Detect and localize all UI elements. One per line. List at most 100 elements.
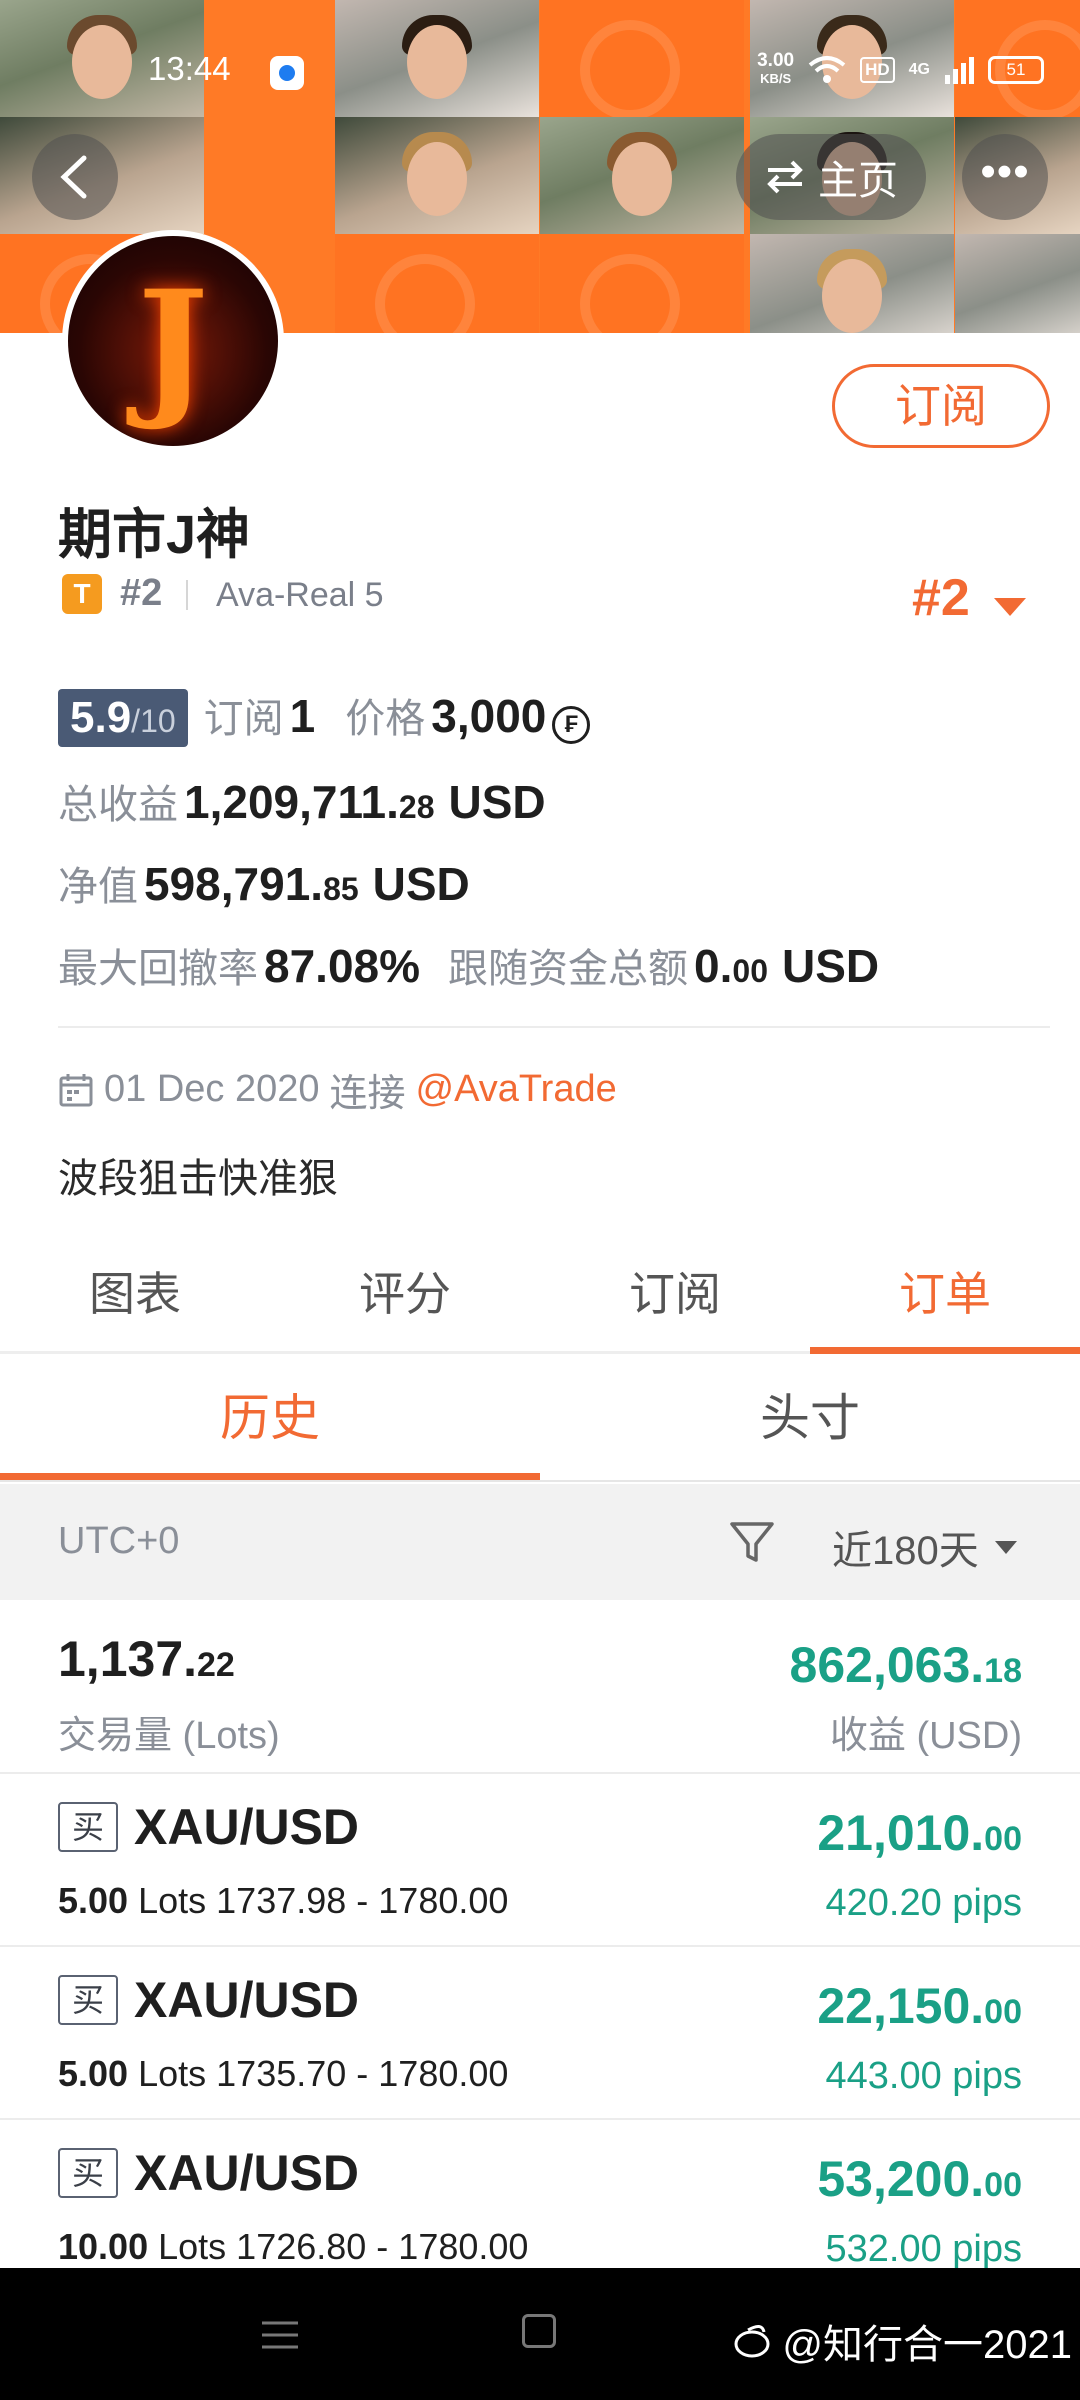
cellular-type: 4G <box>908 61 930 78</box>
equity-unit: USD <box>372 858 470 910</box>
total-profit-int: 1,209,711. <box>184 776 399 828</box>
more-button[interactable]: ••• <box>962 134 1048 220</box>
system-nav-bar: @知行合一2021 <box>0 2268 1080 2400</box>
order-symbol: XAU/USD <box>134 1972 360 2028</box>
follow-funds-unit: USD <box>781 940 880 992</box>
coin-icon: ₣ <box>552 706 591 744</box>
subscribers-label: 订阅 <box>203 697 284 741</box>
tab-orders[interactable]: 订单 <box>810 1240 1080 1354</box>
total-profit-label: 总收益 <box>58 783 178 827</box>
order-row[interactable]: 买 XAU/USD 5.00 Lots 1735.70 - 1780.00 22… <box>0 1947 1080 2120</box>
caret-down-icon <box>994 1540 1017 1554</box>
equity-dec: 85 <box>323 871 359 907</box>
order-profit-dec: 00 <box>984 1993 1022 2031</box>
order-pips: 443.00 pips <box>825 2055 1023 2097</box>
trader-type-badge: T <box>62 574 102 614</box>
order-detail: 5.00 Lots 1737.98 - 1780.00 <box>58 1880 508 1922</box>
trader-bio: 波段狙击快准狠 <box>58 1157 338 1201</box>
subscribe-button[interactable]: 订阅 <box>832 364 1050 448</box>
home-button[interactable]: 主页 <box>736 134 926 220</box>
banner-photo <box>540 117 744 234</box>
wifi-icon <box>808 56 846 83</box>
join-date: 01 Dec 2020 <box>104 1068 320 1110</box>
order-price-range: 1726.80 - 1780.00 <box>236 2226 529 2267</box>
banner-tile <box>540 234 744 333</box>
divider <box>58 1026 1050 1028</box>
volume-dec: 22 <box>197 1646 235 1684</box>
order-profit: 22,150.00 <box>817 1977 1022 2035</box>
calendar-icon <box>59 1073 93 1106</box>
order-lots-unit: Lots <box>138 2053 207 2094</box>
volume-value: 1,137.22 <box>58 1630 235 1688</box>
order-profit-dec: 00 <box>984 2166 1022 2204</box>
status-bar: 13:44 3.00 KB/S HD 4G 51 <box>0 0 1080 90</box>
price-value: 3,000 <box>431 690 547 742</box>
volume-label: 交易量 (Lots) <box>58 1715 280 1757</box>
home-nav-icon[interactable] <box>522 2314 556 2348</box>
banner-tile <box>335 234 539 333</box>
max-drawdown-label: 最大回撤率 <box>58 947 258 991</box>
divider <box>186 580 188 610</box>
order-lots: 10.00 <box>58 2226 149 2267</box>
subtab-history[interactable]: 历史 <box>0 1354 540 1480</box>
order-profit-int: 21,010. <box>817 1805 985 1861</box>
caret-down-icon[interactable] <box>994 598 1026 616</box>
broker-link[interactable]: @AvaTrade <box>416 1068 617 1111</box>
timezone-label: UTC+0 <box>58 1520 180 1562</box>
equity-int: 598,791. <box>144 858 324 910</box>
weibo-logo-icon <box>734 2325 770 2358</box>
score-badge: 5.9/10 <box>58 689 188 747</box>
filter-icon[interactable] <box>728 1518 776 1566</box>
join-connector: 连接 <box>329 1073 406 1115</box>
total-profit-row: 总收益 1,209,711. 28 USD <box>58 772 546 830</box>
back-button[interactable] <box>32 134 118 220</box>
banner-photo <box>335 117 539 234</box>
order-profit-dec: 00 <box>984 1820 1022 1858</box>
summary-profit-value: 862,063.18 <box>790 1636 1022 1694</box>
trading-account: Ava-Real 5 <box>216 576 384 614</box>
order-pips: 532.00 pips <box>825 2228 1023 2270</box>
order-lots: 5.00 <box>58 1880 129 1921</box>
network-speed-value: 3.00 <box>757 50 795 71</box>
score-row: 5.9/10 订阅 1 价格 3,000 ₣ <box>58 686 591 747</box>
menu-icon[interactable] <box>262 2320 298 2350</box>
summary-profit-int: 862,063. <box>789 1637 985 1693</box>
order-lots-unit: Lots <box>138 1880 207 1921</box>
tab-rating[interactable]: 评分 <box>270 1240 540 1351</box>
network-speed: 3.00 KB/S <box>757 50 795 88</box>
chevron-left-icon <box>60 155 87 199</box>
rank-selector[interactable]: #2 <box>912 568 970 628</box>
subscribers-count: 1 <box>289 690 316 742</box>
trader-rank: #2 <box>120 572 163 614</box>
order-profit: 53,200.00 <box>817 2150 1022 2208</box>
subtab-positions[interactable]: 头寸 <box>540 1354 1080 1480</box>
banner-photo <box>955 234 1080 333</box>
summary-profit-label: 收益 (USD) <box>829 1715 1022 1757</box>
buy-tag: 买 <box>58 1975 118 2025</box>
watermark-text: @知行合一2021 <box>782 2323 1072 2367</box>
signal-icon <box>945 57 974 84</box>
drawdown-row: 最大回撤率 87.08% 跟随资金总额 0. 00 USD <box>58 936 879 994</box>
follow-funds-int: 0. <box>694 940 733 992</box>
price-label: 价格 <box>345 697 426 741</box>
filter-bar: UTC+0 近180天 <box>0 1484 1080 1600</box>
period-label: 近180天 <box>832 1529 979 1573</box>
equity-row: 净值 598,791. 85 USD <box>58 854 470 912</box>
period-selector[interactable]: 近180天 <box>832 1518 1017 1576</box>
order-price-range: 1735.70 - 1780.00 <box>216 2053 509 2094</box>
order-detail: 5.00 Lots 1735.70 - 1780.00 <box>58 2053 508 2095</box>
banner-photo <box>750 234 954 333</box>
tab-subscriptions[interactable]: 订阅 <box>540 1240 810 1351</box>
status-indicators: 3.00 KB/S HD 4G 51 <box>757 50 1044 88</box>
follow-funds-label: 跟随资金总额 <box>448 947 689 991</box>
tab-chart[interactable]: 图表 <box>0 1240 270 1351</box>
status-time: 13:44 <box>148 50 231 87</box>
order-row[interactable]: 买 XAU/USD 5.00 Lots 1737.98 - 1780.00 21… <box>0 1774 1080 1947</box>
history-summary: 1,137.22 交易量 (Lots) 862,063.18 收益 (USD) <box>0 1600 1080 1774</box>
order-profit-int: 53,200. <box>817 2151 985 2207</box>
score-max: /10 <box>131 703 176 739</box>
equity-label: 净值 <box>58 865 138 909</box>
watermark: @知行合一2021 <box>734 2312 1072 2370</box>
score-value: 5.9 <box>70 693 132 742</box>
battery-icon: 51 <box>988 56 1044 84</box>
